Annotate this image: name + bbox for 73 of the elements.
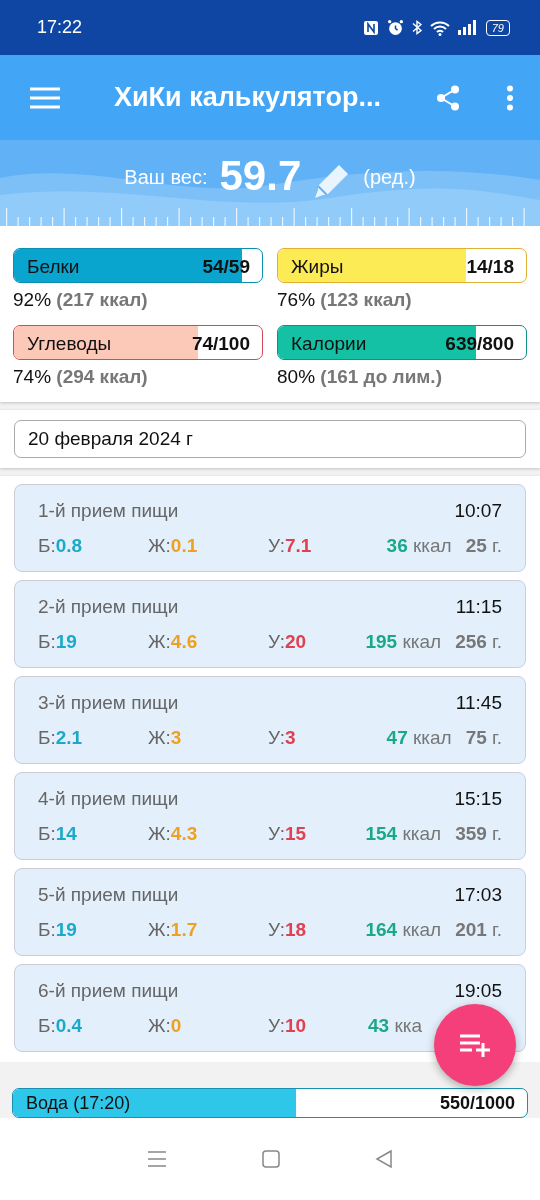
carbs-value: У:3 bbox=[268, 727, 297, 749]
meal-card[interactable]: 6-й прием пищи 19:05 Б:0.4 Ж:0 У:10 43 кка bbox=[14, 964, 526, 1052]
meal-card[interactable]: 1-й прием пищи 10:07 Б:0.8 Ж:0.1 У:7.1 36 ккал 25 г. bbox=[14, 484, 526, 572]
bluetooth-icon bbox=[411, 19, 422, 36]
protein-value: Б:2.1 bbox=[38, 727, 84, 749]
calories-value: 195 ккал bbox=[365, 631, 442, 653]
fat-value: Ж:4.6 bbox=[148, 631, 199, 653]
carbs-value: У:15 bbox=[268, 823, 308, 845]
meal-title: 6-й прием пищи bbox=[38, 980, 179, 1002]
macro-name: Углеводы bbox=[27, 333, 112, 355]
meal-time: 15:15 bbox=[454, 788, 502, 810]
wifi-icon bbox=[429, 19, 450, 36]
macro-name: Белки bbox=[27, 256, 80, 278]
meal-card[interactable]: 2-й прием пищи 11:15 Б:19 Ж:4.6 У:20 195 ккал 256 г. bbox=[14, 580, 526, 668]
macro-summary: 76% (123 ккал) bbox=[277, 289, 413, 311]
meal-title: 1-й прием пищи bbox=[38, 500, 179, 522]
calories-value: 164 ккал bbox=[365, 919, 442, 941]
protein-value: Б:0.8 bbox=[38, 535, 84, 557]
macro-amount: 74/100 bbox=[191, 333, 250, 355]
meal-card[interactable]: 4-й прием пищи 15:15 Б:14 Ж:4.3 У:15 154 ккал 359 г. bbox=[14, 772, 526, 860]
calories-value: 47 ккал bbox=[386, 727, 452, 749]
fat-value: Ж:0 bbox=[148, 1015, 183, 1037]
macro-summary: 92% (217 ккал) bbox=[13, 289, 149, 311]
weight-value: 256 г. bbox=[455, 631, 502, 653]
weight-value: 75 г. bbox=[465, 727, 502, 749]
carbs-value: У:7.1 bbox=[268, 535, 313, 557]
weight-value: 359 г. bbox=[455, 823, 502, 845]
meal-time: 10:07 bbox=[454, 500, 502, 522]
weight-value: 201 г. bbox=[455, 919, 502, 941]
macro-summary: 80% (161 до лим.) bbox=[277, 366, 443, 388]
calories-value: 43 кка bbox=[367, 1015, 422, 1037]
back-icon[interactable] bbox=[374, 1149, 393, 1169]
macro-name: Жиры bbox=[291, 256, 344, 278]
water-amount: 550/1000 bbox=[439, 1093, 515, 1114]
meal-card[interactable]: 5-й прием пищи 17:03 Б:19 Ж:1.7 У:18 164 ккал 201 г. bbox=[14, 868, 526, 956]
protein-value: Б:19 bbox=[38, 631, 78, 653]
meal-time: 19:05 bbox=[454, 980, 502, 1002]
macro-amount: 14/18 bbox=[466, 256, 514, 278]
app-title: ХиКи калькулятор... bbox=[114, 82, 382, 113]
status-time: 17:22 bbox=[37, 17, 83, 38]
signal-icon bbox=[457, 20, 478, 35]
fat-value: Ж:0.1 bbox=[148, 535, 199, 557]
recents-icon[interactable] bbox=[147, 1150, 168, 1168]
fat-value: Ж:4.3 bbox=[148, 823, 199, 845]
meal-time: 17:03 bbox=[454, 884, 502, 906]
date-field[interactable]: 20 февраля 2024 г bbox=[14, 420, 526, 458]
battery-level: 79 bbox=[485, 19, 510, 36]
meal-time: 11:15 bbox=[455, 596, 502, 618]
fat-value: Ж:1.7 bbox=[148, 919, 199, 941]
meal-card[interactable]: 3-й прием пищи 11:45 Б:2.1 Ж:3 У:3 47 ккал 75 г. bbox=[14, 676, 526, 764]
nfc-icon bbox=[362, 19, 379, 36]
macro-name: Калории bbox=[291, 333, 367, 355]
water-label: Вода (17:20) bbox=[26, 1093, 131, 1114]
carbs-value: У:20 bbox=[268, 631, 308, 653]
meal-time: 11:45 bbox=[455, 692, 502, 714]
carbs-value: У:18 bbox=[268, 919, 308, 941]
meal-title: 3-й прием пищи bbox=[38, 692, 179, 714]
protein-value: Б:19 bbox=[38, 919, 78, 941]
macro-summary: 74% (294 ккал) bbox=[13, 366, 149, 388]
home-icon[interactable] bbox=[262, 1150, 280, 1168]
meal-title: 4-й прием пищи bbox=[38, 788, 179, 810]
fat-value: Ж:3 bbox=[148, 727, 183, 749]
weight-value: 25 г. bbox=[465, 535, 502, 557]
alarm-icon bbox=[386, 19, 404, 36]
meal-title: 5-й прием пищи bbox=[38, 884, 179, 906]
protein-value: Б:0.4 bbox=[38, 1015, 84, 1037]
carbs-value: У:10 bbox=[268, 1015, 308, 1037]
meal-title: 2-й прием пищи bbox=[38, 596, 179, 618]
weight-label: Ваш вес: bbox=[124, 166, 208, 189]
calories-value: 36 ккал bbox=[386, 535, 452, 557]
calories-value: 154 ккал bbox=[365, 823, 442, 845]
weight-value: 59.7 bbox=[219, 152, 302, 200]
protein-value: Б:14 bbox=[38, 823, 78, 845]
